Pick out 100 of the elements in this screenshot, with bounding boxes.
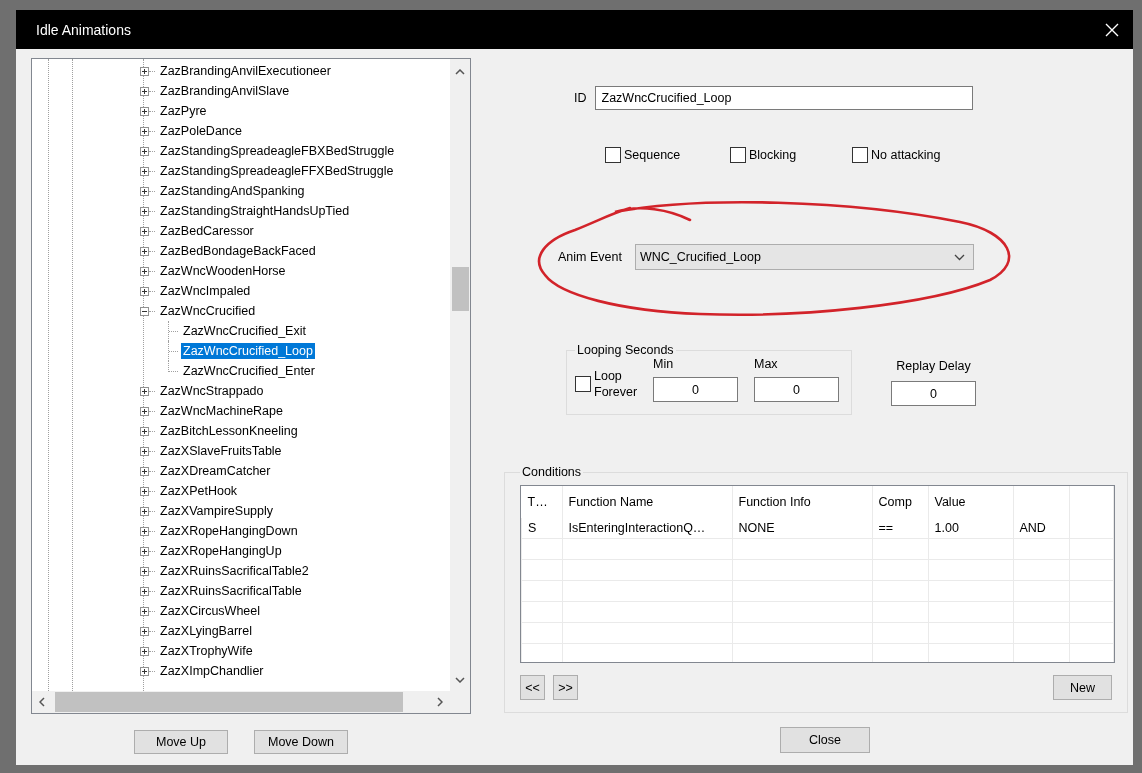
tree-item[interactable]: ZazXCircusWheel (158, 603, 263, 619)
tree-item[interactable]: ZazWncCrucified_Exit (181, 323, 308, 339)
column-header[interactable]: T… (521, 486, 562, 518)
tree-item[interactable]: ZazWncImpaled (158, 283, 253, 299)
tree-item[interactable]: ZazWncStrappado (158, 383, 266, 399)
field-label: Min (653, 357, 675, 371)
tree-item[interactable]: ZazPyre (158, 103, 209, 119)
tree-item[interactable]: ZazBedCaressor (158, 223, 256, 239)
tree-item[interactable]: ZazBedBondageBackFaced (158, 243, 318, 259)
horizontal-scrollbar[interactable] (32, 691, 450, 713)
tree-item[interactable]: ZazWncCrucified (158, 303, 258, 319)
expand-icon[interactable] (140, 186, 149, 196)
tree-item[interactable]: ZazXLyingBarrel (158, 623, 254, 639)
checkbox[interactable] (605, 147, 621, 163)
expand-icon[interactable] (140, 266, 149, 276)
table-cell: 1.00 (928, 518, 1013, 539)
field-label: Max (754, 357, 779, 371)
expand-icon[interactable] (140, 166, 149, 176)
expand-icon[interactable] (140, 606, 149, 616)
collapse-icon[interactable] (140, 306, 149, 316)
scrollbar-thumb[interactable] (55, 692, 403, 712)
tree-button[interactable]: Move Down (254, 730, 348, 754)
scroll-down-icon[interactable] (455, 677, 465, 683)
close-icon[interactable] (1105, 22, 1119, 37)
vertical-scrollbar[interactable] (450, 59, 470, 691)
scroll-up-icon[interactable] (455, 69, 465, 75)
tree-item[interactable]: ZazXSlaveFruitsTable (158, 443, 284, 459)
id-label: ID (574, 91, 587, 105)
expand-icon[interactable] (140, 66, 149, 76)
tree-item[interactable]: ZazWncCrucified_Loop (181, 343, 315, 359)
checkbox[interactable] (730, 147, 746, 163)
nav-button[interactable]: << (520, 675, 545, 700)
tree-item[interactable]: ZazWncMachineRape (158, 403, 285, 419)
replay-delay-field[interactable]: 0 (891, 381, 976, 406)
nav-button[interactable]: >> (553, 675, 578, 700)
expand-icon[interactable] (140, 526, 149, 536)
table-cell: NONE (732, 518, 872, 539)
expand-icon[interactable] (140, 466, 149, 476)
tree-item[interactable]: ZazWncWoodenHorse (158, 263, 288, 279)
scroll-left-icon[interactable] (39, 697, 45, 707)
tree-item[interactable]: ZazBrandingAnvilExecutioneer (158, 63, 333, 79)
scrollbar-thumb[interactable] (451, 267, 469, 311)
expand-icon[interactable] (140, 566, 149, 576)
group-title: Looping Seconds (576, 343, 675, 357)
tree-item[interactable]: ZazXRopeHangingUp (158, 543, 284, 559)
expand-icon[interactable] (140, 546, 149, 556)
tree-item[interactable]: ZazPoleDance (158, 123, 244, 139)
checkbox[interactable] (852, 147, 868, 163)
tree-item[interactable]: ZazXTrophyWife (158, 643, 255, 659)
window-title: Idle Animations (36, 21, 131, 38)
tree-item[interactable]: ZazXRopeHangingDown (158, 523, 300, 539)
expand-icon[interactable] (140, 446, 149, 456)
tree-button[interactable]: Move Up (134, 730, 228, 754)
column-header[interactable]: Function Name (562, 486, 732, 518)
tree-item[interactable]: ZazXPetHook (158, 483, 240, 499)
column-header[interactable]: Value (928, 486, 1013, 518)
column-header[interactable]: Comp (872, 486, 928, 518)
checkbox[interactable] (575, 375, 591, 392)
scroll-right-icon[interactable] (437, 697, 443, 707)
table-cell: S (521, 518, 562, 539)
tree-item[interactable]: ZazBitchLessonKneeling (158, 423, 300, 439)
tree-item[interactable]: ZazBrandingAnvilSlave (158, 83, 292, 99)
expand-icon[interactable] (140, 646, 149, 656)
expand-icon[interactable] (140, 146, 149, 156)
expand-icon[interactable] (140, 486, 149, 496)
checkbox-label: Sequence (624, 148, 681, 162)
expand-icon[interactable] (140, 506, 149, 516)
new-button[interactable]: New (1053, 675, 1112, 700)
tree-item[interactable]: ZazXImpChandlier (158, 663, 266, 679)
expand-icon[interactable] (140, 406, 149, 416)
tree-item[interactable]: ZazXDreamCatcher (158, 463, 273, 479)
expand-icon[interactable] (140, 386, 149, 396)
expand-icon[interactable] (140, 226, 149, 236)
expand-icon[interactable] (140, 586, 149, 596)
expand-icon[interactable] (140, 626, 149, 636)
column-header[interactable]: Function Info (732, 486, 872, 518)
tree-item[interactable]: ZazXVampireSupply (158, 503, 275, 519)
checkbox-label: Loop Forever (594, 367, 638, 400)
expand-icon[interactable] (140, 426, 149, 436)
number-field[interactable]: 0 (653, 377, 738, 402)
tree-item[interactable]: ZazStandingSpreadeagleFFXBedStruggle (158, 163, 396, 179)
table-cell: AND (1013, 518, 1069, 539)
expand-icon[interactable] (140, 246, 149, 256)
tree-item[interactable]: ZazXRuinsSacrificalTable (158, 583, 304, 599)
tree-item[interactable]: ZazStandingSpreadeagleFBXBedStruggle (158, 143, 397, 159)
tree-item[interactable]: ZazXRuinsSacrificalTable2 (158, 563, 311, 579)
close-button[interactable]: Close (780, 727, 870, 753)
expand-icon[interactable] (140, 286, 149, 296)
anim-event-dropdown[interactable]: WNC_Crucified_Loop (635, 244, 974, 270)
expand-icon[interactable] (140, 86, 149, 96)
table-cell: IsEnteringInteractionQ… (562, 518, 732, 539)
number-field[interactable]: 0 (754, 377, 839, 402)
expand-icon[interactable] (140, 666, 149, 676)
id-field[interactable]: ZazWncCrucified_Loop (594, 86, 973, 110)
expand-icon[interactable] (140, 206, 149, 216)
expand-icon[interactable] (140, 126, 149, 136)
tree-item[interactable]: ZazStandingAndSpanking (158, 183, 307, 199)
tree-item[interactable]: ZazWncCrucified_Enter (181, 363, 317, 379)
tree-item[interactable]: ZazStandingStraightHandsUpTied (158, 203, 352, 219)
expand-icon[interactable] (140, 106, 149, 116)
